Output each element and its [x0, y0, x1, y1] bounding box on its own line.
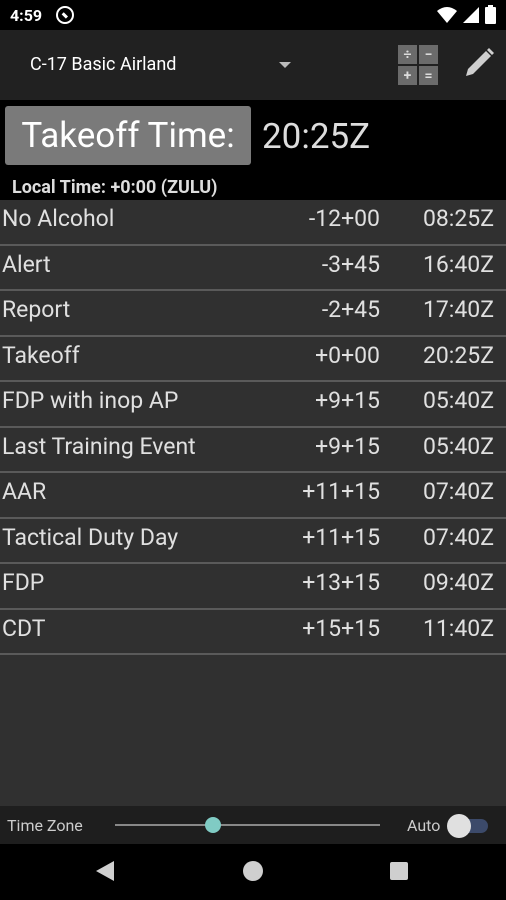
event-offset: +15+15 [302, 614, 380, 642]
battery-icon [485, 5, 496, 24]
timezone-bar: Time Zone Auto [0, 806, 506, 844]
timezone-slider-thumb[interactable] [205, 817, 222, 833]
event-name: FDP with inop AP [2, 387, 179, 414]
event-name: AAR [2, 478, 47, 505]
event-time: 16:40Z [422, 250, 494, 278]
timezone-label: Time Zone [7, 816, 83, 835]
event-time: 20:25Z [422, 341, 494, 369]
events-list: No Alcohol -12+00 08:25Z Alert -3+45 16:… [0, 200, 506, 806]
event-name: No Alcohol [2, 205, 115, 232]
event-offset: -3+45 [321, 250, 380, 278]
list-item[interactable]: Alert -3+45 16:40Z [0, 246, 506, 291]
event-name: Report [2, 296, 71, 323]
back-icon[interactable] [96, 861, 114, 881]
list-item[interactable]: Last Training Event +9+15 05:40Z [0, 428, 506, 473]
do-not-disturb-icon [56, 6, 74, 24]
event-offset: -12+00 [308, 205, 380, 232]
toolbar: C-17 Basic Airland ÷ − + = [0, 30, 506, 100]
list-item[interactable]: Report -2+45 17:40Z [0, 291, 506, 337]
event-name: CDT [2, 614, 46, 642]
list-item[interactable]: CDT +15+15 11:40Z [0, 610, 506, 655]
status-icons [437, 5, 496, 24]
event-time: 07:40Z [422, 478, 494, 505]
auto-toggle-thumb[interactable] [447, 814, 471, 838]
pencil-icon[interactable] [458, 44, 498, 84]
navigation-bar [0, 844, 506, 900]
event-offset: +9+15 [315, 387, 380, 414]
cellular-icon [463, 6, 479, 23]
calculator-icon[interactable]: ÷ − + = [398, 45, 438, 85]
event-time: 08:25Z [422, 205, 494, 232]
event-offset: +11+15 [302, 478, 380, 505]
event-name: FDP [2, 569, 45, 596]
profile-select[interactable]: C-17 Basic Airland [30, 54, 176, 75]
event-name: Takeoff [2, 341, 80, 369]
event-name: Alert [2, 250, 51, 278]
event-offset: +11+15 [302, 523, 380, 551]
status-bar: 4:59 [0, 0, 506, 30]
event-name: Tactical Duty Day [2, 523, 179, 551]
local-time-label: Local Time: +0:00 (ZULU) [12, 177, 218, 198]
event-time: 07:40Z [422, 523, 494, 551]
event-time: 05:40Z [422, 432, 494, 460]
event-name: Last Training Event [2, 432, 196, 460]
home-icon[interactable] [243, 861, 263, 881]
status-time: 4:59 [10, 6, 43, 25]
auto-label: Auto [407, 816, 441, 835]
list-item[interactable]: FDP +13+15 09:40Z [0, 564, 506, 610]
event-time: 17:40Z [422, 296, 494, 323]
list-item[interactable]: Takeoff +0+00 20:25Z [0, 337, 506, 382]
timezone-slider[interactable] [115, 824, 380, 826]
event-offset: +9+15 [315, 432, 380, 460]
event-time: 05:40Z [422, 387, 494, 414]
takeoff-time-value: 20:25Z [262, 116, 371, 157]
takeoff-time-button[interactable]: Takeoff Time: [5, 106, 251, 165]
event-time: 09:40Z [422, 569, 494, 596]
list-item[interactable]: AAR +11+15 07:40Z [0, 473, 506, 519]
list-item[interactable]: No Alcohol -12+00 08:25Z [0, 200, 506, 246]
event-time: 11:40Z [422, 614, 494, 642]
takeoff-row: Takeoff Time: 20:25Z [0, 100, 506, 174]
event-offset: +13+15 [302, 569, 380, 596]
event-offset: +0+00 [315, 341, 380, 369]
event-offset: -2+45 [321, 296, 380, 323]
list-item[interactable]: Tactical Duty Day +11+15 07:40Z [0, 519, 506, 564]
chevron-down-icon[interactable] [279, 62, 291, 68]
recents-icon[interactable] [390, 862, 408, 880]
wifi-icon [437, 6, 457, 23]
list-item[interactable]: FDP with inop AP +9+15 05:40Z [0, 382, 506, 428]
